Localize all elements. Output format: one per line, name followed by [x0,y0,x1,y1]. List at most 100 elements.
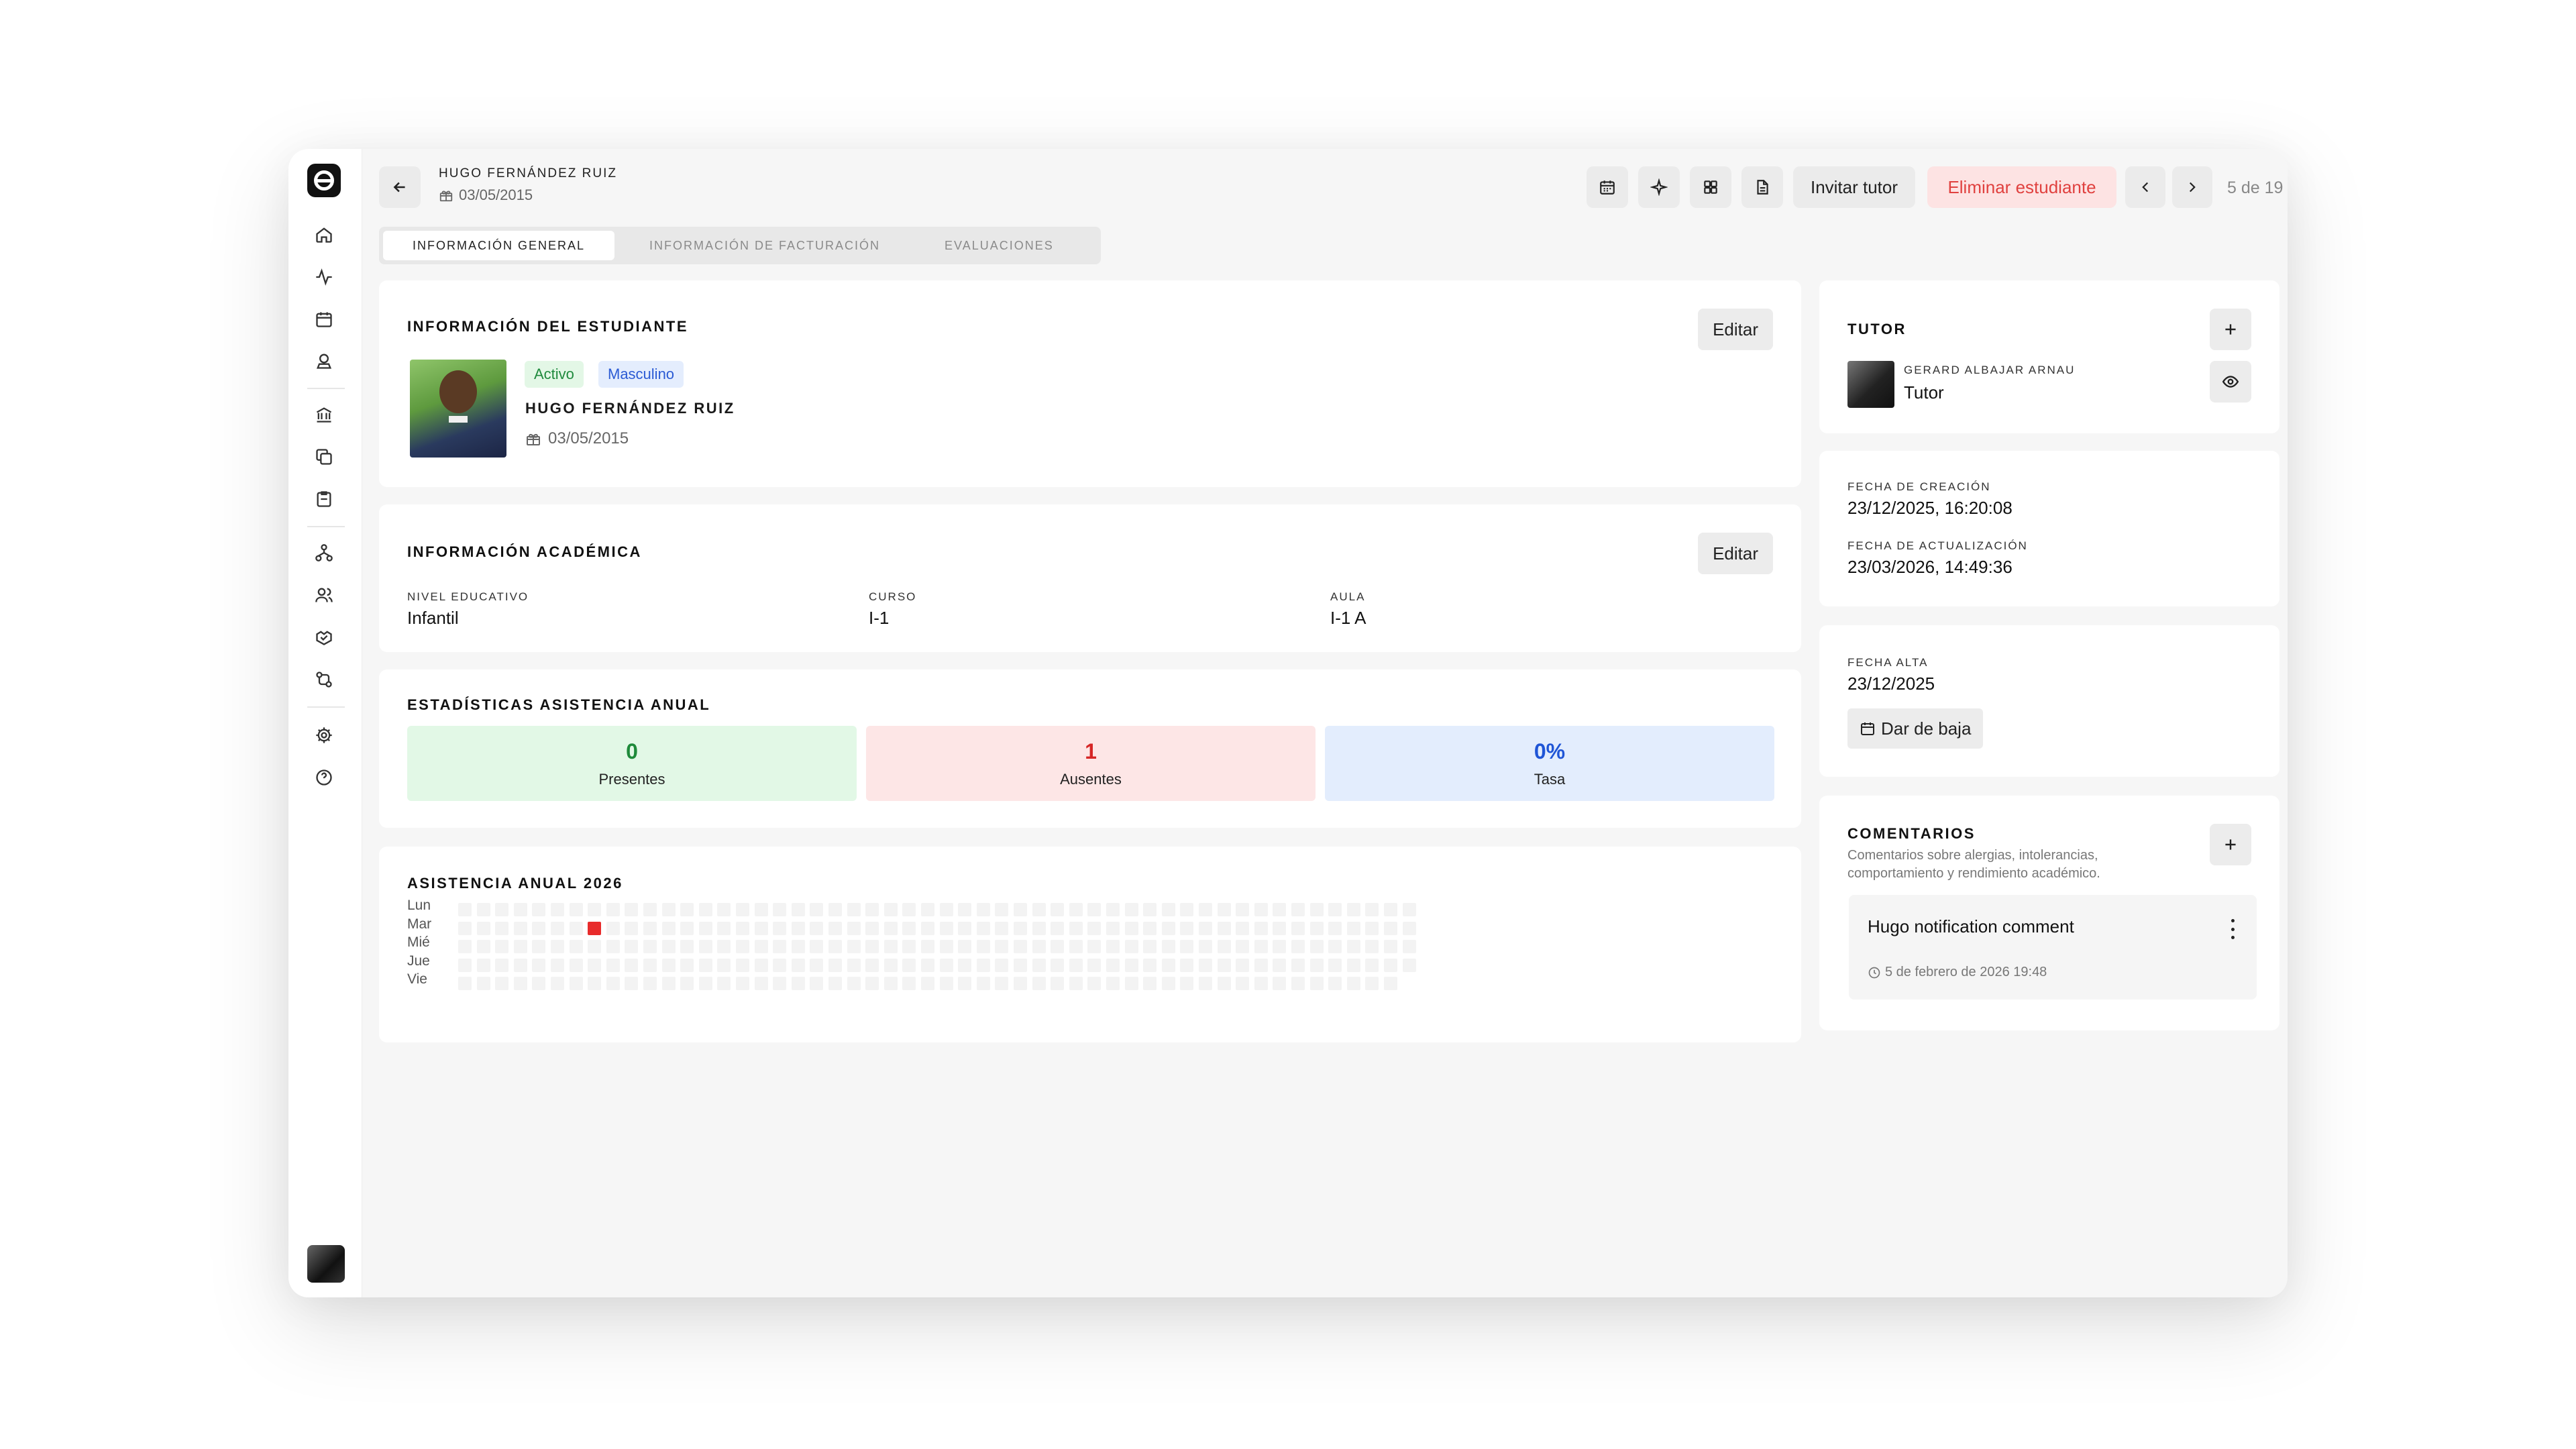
attendance-day-cell[interactable] [1273,903,1287,916]
next-student-button[interactable] [2172,166,2212,208]
attendance-day-cell[interactable] [551,903,564,916]
attendance-day-cell[interactable] [1032,903,1046,916]
attendance-day-cell[interactable] [1328,940,1342,953]
attendance-day-cell[interactable] [1051,903,1065,916]
attendance-day-cell[interactable] [1106,903,1120,916]
attendance-day-cell[interactable] [1291,958,1305,972]
attendance-day-cell[interactable] [1161,958,1175,972]
attendance-day-cell[interactable] [939,940,953,953]
attendance-day-cell[interactable] [661,977,676,990]
attendance-day-cell[interactable] [513,977,527,990]
attendance-day-cell[interactable] [883,921,898,935]
attendance-day-cell[interactable] [902,977,916,990]
attendance-day-cell[interactable] [532,958,546,972]
attendance-day-cell[interactable] [588,977,602,990]
attendance-day-cell[interactable] [1254,940,1268,953]
attendance-day-cell[interactable] [476,977,490,990]
attendance-day-cell[interactable] [643,903,657,916]
attendance-day-cell[interactable] [1217,903,1231,916]
attendance-day-cell[interactable] [1143,958,1157,972]
attendance-day-cell[interactable] [1365,921,1379,935]
attendance-day-cell[interactable] [513,921,527,935]
attendance-day-cell[interactable] [828,977,842,990]
attendance-day-cell[interactable] [1180,903,1194,916]
attendance-day-cell[interactable] [754,977,768,990]
attendance-day-cell[interactable] [976,903,990,916]
transfer-icon[interactable] [313,669,335,690]
attendance-day-cell[interactable] [773,903,787,916]
attendance-day-cell[interactable] [791,921,805,935]
attendance-day-cell[interactable] [551,921,564,935]
attendance-day-cell[interactable] [1180,958,1194,972]
attendance-day-cell[interactable] [1087,940,1102,953]
hierarchy-icon[interactable] [313,542,335,564]
handshake-icon[interactable] [313,627,335,648]
attendance-day-cell[interactable] [1384,940,1397,953]
edit-academic-button[interactable]: Editar [1698,533,1773,574]
grid-button[interactable] [1690,166,1731,208]
attendance-day-cell[interactable] [736,977,749,990]
attendance-day-cell[interactable] [958,940,972,953]
attendance-day-cell[interactable] [958,903,972,916]
calendar-button[interactable] [1587,166,1628,208]
attendance-day-cell[interactable] [995,977,1009,990]
attendance-day-cell[interactable] [883,958,898,972]
attendance-day-cell[interactable] [1199,977,1212,990]
attendance-day-cell[interactable] [810,903,824,916]
attendance-day-cell[interactable] [939,958,953,972]
attendance-day-cell[interactable] [1217,921,1231,935]
institution-icon[interactable] [313,404,335,425]
attendance-day-cell[interactable] [773,977,787,990]
attendance-day-cell[interactable] [643,977,657,990]
attendance-day-cell[interactable] [1402,940,1416,953]
attendance-day-cell[interactable] [736,903,749,916]
attendance-day-cell[interactable] [1199,921,1212,935]
attendance-day-cell[interactable] [495,977,509,990]
attendance-day-cell[interactable] [828,958,842,972]
attendance-day-cell[interactable] [532,921,546,935]
attendance-day-cell[interactable] [1236,940,1250,953]
attendance-day-cell[interactable] [810,940,824,953]
attendance-day-cell[interactable] [1124,958,1138,972]
comment-item[interactable]: Hugo notification comment 5 de febrero d… [1849,895,2257,1000]
attendance-day-cell[interactable] [847,903,861,916]
attendance-day-cell[interactable] [810,921,824,935]
attendance-day-cell[interactable] [1161,903,1175,916]
attendance-day-cell[interactable] [532,903,546,916]
more-vertical-icon[interactable] [2224,919,2241,939]
attendance-day-cell[interactable] [1273,921,1287,935]
attendance-day-cell[interactable] [773,958,787,972]
attendance-day-cell[interactable] [1402,903,1416,916]
attendance-day-cell[interactable] [847,940,861,953]
attendance-day-cell[interactable] [1384,977,1397,990]
view-tutor-button[interactable] [2210,361,2251,402]
edit-student-button[interactable]: Editar [1698,309,1773,350]
invite-tutor-button[interactable]: Invitar tutor [1793,166,1915,208]
attendance-day-cell[interactable] [513,940,527,953]
attendance-day-cell[interactable] [1180,940,1194,953]
attendance-day-cell[interactable] [958,921,972,935]
attendance-day-cell[interactable] [958,958,972,972]
sparkle-button[interactable] [1638,166,1680,208]
attendance-day-cell[interactable] [754,940,768,953]
attendance-day-cell[interactable] [1051,977,1065,990]
attendance-day-cell[interactable] [921,940,934,953]
attendance-day-cell[interactable] [1124,903,1138,916]
attendance-day-cell[interactable] [1124,921,1138,935]
attendance-day-cell[interactable] [1236,921,1250,935]
attendance-day-cell[interactable] [569,940,583,953]
attendance-day-cell[interactable] [865,921,879,935]
add-comment-button[interactable] [2210,824,2251,865]
attendance-day-cell[interactable] [921,903,934,916]
attendance-day-cell[interactable] [625,903,639,916]
attendance-day-cell[interactable] [532,977,546,990]
attendance-day-cell[interactable] [976,977,990,990]
attendance-day-cell[interactable] [847,921,861,935]
attendance-day-cell[interactable] [1069,940,1083,953]
attendance-day-cell[interactable] [1291,903,1305,916]
attendance-day-cell[interactable] [1087,977,1102,990]
attendance-day-cell[interactable] [1014,958,1027,972]
attendance-day-cell[interactable] [939,977,953,990]
attendance-day-cell[interactable] [1346,940,1360,953]
tab-general-info[interactable]: INFORMACIÓN GENERAL [383,231,615,260]
